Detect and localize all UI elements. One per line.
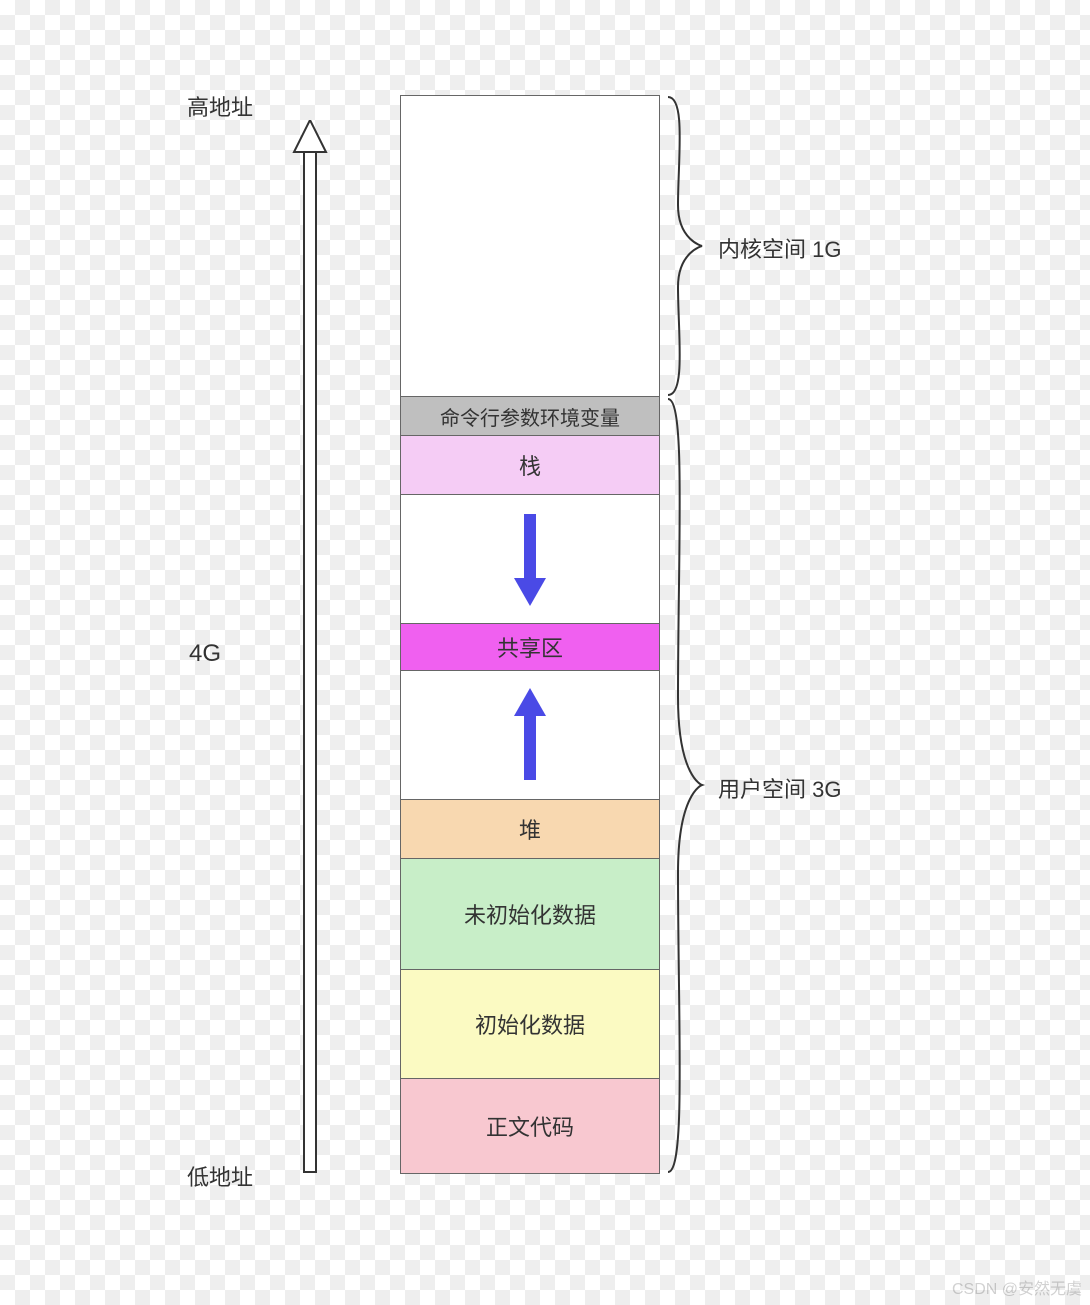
brace-kernel-icon bbox=[666, 95, 706, 397]
heap-growth-gap bbox=[400, 670, 660, 800]
segment-cmdline-env: 命令行参数环境变量 bbox=[400, 396, 660, 436]
segment-data: 初始化数据 bbox=[400, 969, 660, 1079]
watermark-text: CSDN @安然无虞 bbox=[952, 1275, 1082, 1299]
arrow-up-icon bbox=[510, 685, 550, 785]
segment-cmdline-env-label: 命令行参数环境变量 bbox=[440, 402, 620, 431]
segment-kernel-space bbox=[400, 95, 660, 397]
segment-shared-label: 共享区 bbox=[497, 631, 563, 663]
total-size-label: 4G bbox=[175, 640, 235, 668]
address-direction-arrow-up-icon bbox=[290, 120, 330, 1180]
segment-stack-label: 栈 bbox=[519, 449, 541, 481]
segment-shared: 共享区 bbox=[400, 623, 660, 671]
segment-heap-label: 堆 bbox=[519, 813, 541, 845]
low-address-label: 低地址 bbox=[180, 1160, 260, 1192]
segment-text-label: 正文代码 bbox=[486, 1110, 574, 1142]
segment-bss-label: 未初始化数据 bbox=[464, 898, 596, 930]
segment-data-label: 初始化数据 bbox=[475, 1008, 585, 1040]
brace-user-icon bbox=[666, 397, 706, 1174]
segment-bss: 未初始化数据 bbox=[400, 858, 660, 970]
arrow-down-icon bbox=[510, 509, 550, 609]
kernel-space-label: 内核空间 1G bbox=[718, 232, 841, 264]
memory-layout-column: 命令行参数环境变量 栈 共享区 堆 未初始化数据 初始化数据 正文代码 bbox=[400, 95, 662, 1173]
user-space-label: 用户空间 3G bbox=[718, 772, 841, 804]
segment-text: 正文代码 bbox=[400, 1078, 660, 1174]
segment-heap: 堆 bbox=[400, 799, 660, 859]
stack-growth-gap bbox=[400, 494, 660, 624]
segment-stack: 栈 bbox=[400, 435, 660, 495]
high-address-label: 高地址 bbox=[180, 90, 260, 122]
